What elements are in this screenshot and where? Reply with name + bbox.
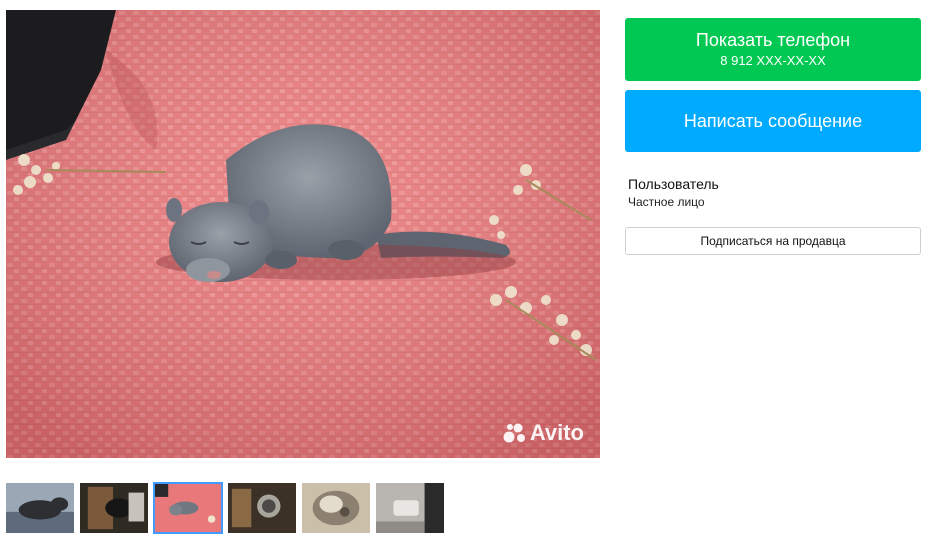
phone-masked: 8 912 XXX-XX-XX [720, 53, 826, 68]
avito-watermark-text: Avito [529, 420, 584, 445]
seller-name[interactable]: Пользователь [628, 176, 719, 192]
thumbnail[interactable] [375, 482, 445, 534]
thumbnail[interactable] [5, 482, 75, 534]
ferret-photo [6, 10, 600, 458]
thumbnail[interactable] [227, 482, 297, 534]
avito-watermark: Avito [503, 420, 584, 446]
seller-type: Частное лицо [628, 195, 705, 209]
photo-thumbnails [5, 482, 445, 534]
thumbnail[interactable] [301, 482, 371, 534]
avito-logo-icon [503, 423, 525, 443]
subscribe-seller-button[interactable]: Подписаться на продавца [625, 227, 921, 255]
listing-main-photo[interactable]: Avito [6, 10, 600, 458]
thumbnail[interactable] [79, 482, 149, 534]
show-phone-label: Показать телефон [695, 30, 851, 50]
show-phone-button[interactable]: Показать телефон 8 912 XXX-XX-XX [625, 18, 921, 81]
thumbnail-active[interactable] [153, 482, 223, 534]
write-message-button[interactable]: Написать сообщение [625, 90, 921, 152]
